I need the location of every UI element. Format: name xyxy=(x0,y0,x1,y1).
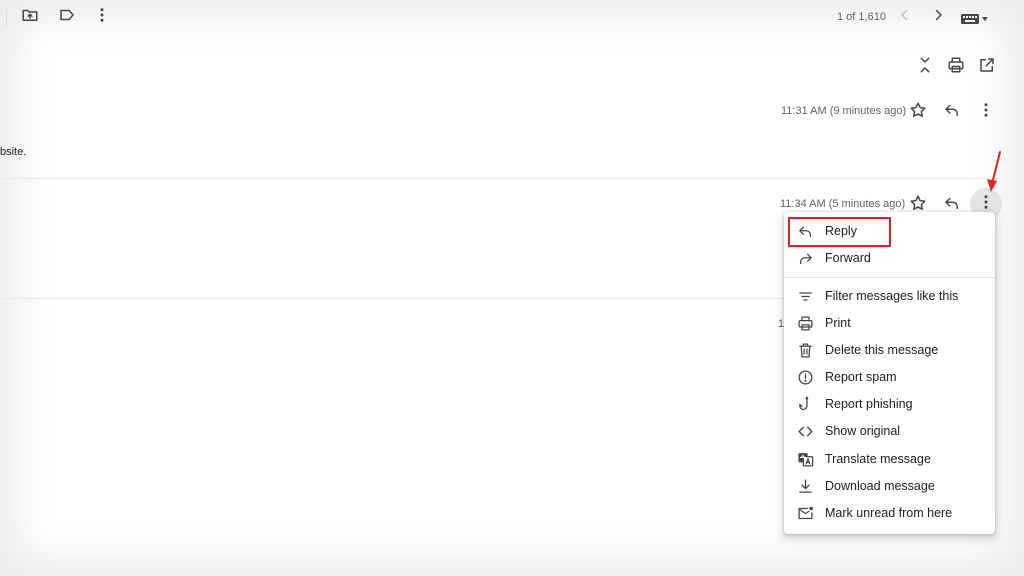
phishing-hook-icon xyxy=(797,396,814,413)
menu-item-label: Print xyxy=(825,316,851,330)
keyboard-icon xyxy=(961,12,989,29)
menu-item-download[interactable]: Download message xyxy=(784,473,995,500)
report-icon xyxy=(797,369,814,386)
menu-item-label: Filter messages like this xyxy=(825,289,959,303)
menu-separator xyxy=(784,277,995,278)
menu-item-reply[interactable]: Reply xyxy=(784,218,995,245)
message-timestamp: 11:31 AM (9 minutes ago) xyxy=(781,105,907,117)
menu-item-forward[interactable]: Forward xyxy=(784,245,995,272)
message-divider xyxy=(0,178,1000,179)
collapse-all-icon xyxy=(916,56,934,79)
message-timestamp: 11:34 AM (5 minutes ago) xyxy=(780,198,906,210)
message-divider xyxy=(0,298,784,299)
print-icon xyxy=(797,315,814,332)
open-in-new-window-icon xyxy=(978,56,996,79)
menu-item-report-phishing[interactable]: Report phishing xyxy=(784,391,995,418)
menu-item-label: Report spam xyxy=(825,370,897,384)
menu-item-filter-messages[interactable]: Filter messages like this xyxy=(784,283,995,310)
labels-button[interactable] xyxy=(51,1,83,33)
input-tools-button[interactable] xyxy=(961,12,989,24)
move-to-button[interactable] xyxy=(14,1,46,33)
label-icon xyxy=(58,6,76,29)
menu-item-delete[interactable]: Delete this message xyxy=(784,337,995,364)
open-in-new-window-button[interactable] xyxy=(971,51,1003,83)
email-view: 1 of 1,610 11:31 AM (9 minutes ago) bsit… xyxy=(0,0,1024,576)
menu-item-show-original[interactable]: Show original xyxy=(784,418,995,445)
reply-button[interactable] xyxy=(936,96,968,128)
menu-item-label: Reply xyxy=(825,224,857,238)
menu-item-report-spam[interactable]: Report spam xyxy=(784,364,995,391)
more-vert-icon xyxy=(977,101,995,124)
print-icon xyxy=(947,56,965,79)
star-icon xyxy=(909,101,927,124)
star-button[interactable] xyxy=(902,96,934,128)
toolbar-separator xyxy=(6,9,7,27)
translate-icon xyxy=(797,451,814,468)
menu-item-label: Report phishing xyxy=(825,397,913,411)
menu-item-label: Translate message xyxy=(825,452,931,466)
menu-item-label: Mark unread from here xyxy=(825,506,953,520)
message-body-snippet: bsite. xyxy=(0,146,27,158)
newer-button[interactable] xyxy=(889,1,921,33)
code-icon xyxy=(797,423,814,440)
collapse-all-button[interactable] xyxy=(909,51,941,83)
menu-item-mark-unread[interactable]: Mark unread from here xyxy=(784,500,995,527)
annotation-arrow xyxy=(987,151,1001,192)
menu-item-print[interactable]: Print xyxy=(784,310,995,337)
chevron-left-icon xyxy=(896,6,914,29)
trash-icon xyxy=(797,342,814,359)
menu-item-translate[interactable]: Translate message xyxy=(784,446,995,473)
older-button[interactable] xyxy=(922,1,954,33)
chevron-right-icon xyxy=(929,6,947,29)
more-vert-icon xyxy=(93,6,111,29)
download-icon xyxy=(797,478,814,495)
mark-unread-icon xyxy=(797,505,814,522)
move-to-folder-icon xyxy=(21,6,39,29)
menu-item-label: Download message xyxy=(825,479,935,493)
print-all-button[interactable] xyxy=(940,51,972,83)
menu-item-label: Forward xyxy=(825,251,871,265)
message-context-menu: Reply Forward Filter messages like this … xyxy=(784,212,995,534)
message-more-button[interactable] xyxy=(970,96,1002,128)
forward-icon xyxy=(797,250,814,267)
filter-icon xyxy=(797,288,814,305)
pager-count: 1 of 1,610 xyxy=(837,11,886,23)
reply-icon xyxy=(943,101,961,124)
menu-item-label: Delete this message xyxy=(825,343,939,357)
more-options-button[interactable] xyxy=(86,1,118,33)
reply-icon xyxy=(797,223,814,240)
menu-item-label: Show original xyxy=(825,424,901,438)
